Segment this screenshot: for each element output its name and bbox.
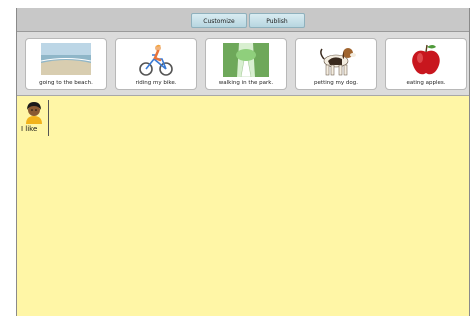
sentence-card-i-like[interactable]: I like: [19, 100, 49, 136]
tile-label: petting my dog.: [314, 80, 358, 86]
picture-strip: going to the beach. riding my bike. walk…: [17, 32, 469, 96]
publish-button[interactable]: Publish: [249, 13, 305, 28]
dog-icon: [320, 48, 356, 76]
toolbar: Customize Publish: [17, 8, 469, 32]
park-icon: [223, 43, 269, 77]
tile-beach[interactable]: going to the beach.: [25, 38, 107, 90]
tile-label: walking in the park.: [218, 80, 274, 86]
customize-button[interactable]: Customize: [191, 13, 247, 28]
apple-icon: [412, 44, 440, 75]
tile-label: eating apples.: [406, 80, 446, 86]
sentence-label: I like: [21, 125, 38, 133]
app-frame: Customize Publish going to the beach. ri…: [16, 8, 470, 316]
tile-apple[interactable]: eating apples.: [385, 38, 467, 90]
child-avatar-icon: [26, 102, 42, 124]
tile-bike[interactable]: riding my bike.: [115, 38, 197, 90]
tile-label: going to the beach.: [39, 80, 93, 86]
tile-park[interactable]: walking in the park.: [205, 38, 287, 90]
sentence-workspace[interactable]: I like: [17, 96, 469, 316]
beach-icon: [41, 43, 91, 75]
tile-label: riding my bike.: [135, 80, 177, 86]
tile-dog[interactable]: petting my dog.: [295, 38, 377, 90]
bike-icon: [139, 44, 173, 76]
